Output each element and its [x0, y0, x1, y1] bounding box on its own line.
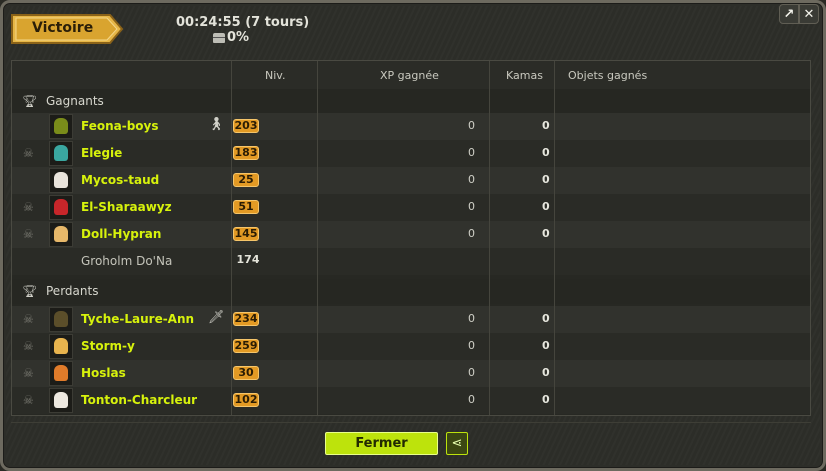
avatar — [49, 168, 73, 193]
close-window-button[interactable]: ✕ — [799, 4, 819, 24]
table-row[interactable]: ☠ Tyche-Laure-Ann 🗡︎ 234 0 0 — [12, 306, 810, 333]
player-kamas: 0 — [542, 173, 550, 186]
player-level: 51 — [233, 200, 259, 214]
player-kamas: 0 — [542, 119, 550, 132]
dead-skull-icon: ☠ — [23, 312, 34, 326]
person-icon: 🚶︎ — [208, 117, 225, 132]
column-divider — [317, 61, 318, 415]
player-xp: 0 — [468, 200, 475, 213]
detach-window-button[interactable]: ↗ — [779, 4, 799, 24]
broken-trophy-icon: 🏆︎ — [22, 284, 38, 298]
section-losers-label: Perdants — [46, 284, 99, 298]
column-level: Niv. — [265, 69, 286, 82]
player-kamas: 0 — [542, 312, 550, 325]
table-row[interactable]: Mycos-taud 25 0 0 — [12, 167, 810, 194]
table-row[interactable]: ☠ Doll-Hypran 145 0 0 — [12, 221, 810, 248]
npc-level: 174 — [236, 253, 260, 266]
column-items: Objets gagnés — [568, 69, 648, 82]
column-kamas: Kamas — [506, 69, 543, 82]
close-button[interactable]: Fermer — [325, 432, 438, 455]
title-ribbon: Victoire — [10, 13, 124, 45]
player-level: 25 — [233, 173, 259, 187]
avatar — [49, 361, 73, 386]
table-header: Niv. XP gagnée Kamas Objets gagnés — [12, 61, 810, 91]
table-row[interactable]: ☠ Elegie 183 0 0 — [12, 140, 810, 167]
fight-duration: 00:24:55 (7 tours) — [176, 15, 310, 30]
dead-skull-icon: ☠ — [23, 339, 34, 353]
results-table: Niv. XP gagnée Kamas Objets gagnés 🏆︎ Ga… — [11, 60, 811, 416]
player-name[interactable]: Feona-boys — [81, 119, 159, 133]
table-row-npc: Groholm Do'Na 174 — [12, 248, 810, 275]
section-winners: 🏆︎ Gagnants — [12, 89, 810, 114]
dead-skull-icon: ☠ — [23, 393, 34, 407]
close-icon: ✕ — [803, 7, 815, 22]
player-xp: 0 — [468, 366, 475, 379]
player-kamas: 0 — [542, 146, 550, 159]
column-xp: XP gagnée — [380, 69, 439, 82]
player-name[interactable]: Storm-y — [81, 339, 135, 353]
table-row[interactable]: ☠ Storm-y 259 0 0 — [12, 333, 810, 360]
player-name[interactable]: Mycos-taud — [81, 173, 159, 187]
footer-divider — [11, 422, 811, 423]
player-xp: 0 — [468, 339, 475, 352]
player-xp: 0 — [468, 227, 475, 240]
player-level: 259 — [233, 339, 259, 353]
player-level: 183 — [233, 146, 259, 160]
section-losers: 🏆︎ Perdants — [12, 279, 810, 304]
dead-skull-icon: ☠ — [23, 227, 34, 241]
table-row[interactable]: ☠ Hoslas 30 0 0 — [12, 360, 810, 387]
chest-icon — [213, 32, 225, 43]
chest-percent: 0% — [227, 30, 250, 45]
table-row[interactable]: ☠ Tonton-Charcleur 102 0 0 — [12, 387, 810, 414]
player-xp: 0 — [468, 173, 475, 186]
player-kamas: 0 — [542, 227, 550, 240]
player-kamas: 0 — [542, 393, 550, 406]
avatar — [49, 388, 73, 413]
avatar — [49, 141, 73, 166]
player-name[interactable]: Elegie — [81, 146, 122, 160]
player-kamas: 0 — [542, 200, 550, 213]
player-xp: 0 — [468, 393, 475, 406]
player-level: 30 — [233, 366, 259, 380]
player-kamas: 0 — [542, 366, 550, 379]
avatar — [49, 334, 73, 359]
share-button[interactable]: ⋖ — [446, 432, 468, 455]
dead-skull-icon: ☠ — [23, 366, 34, 380]
section-winners-label: Gagnants — [46, 94, 104, 108]
player-level: 145 — [233, 227, 259, 241]
table-row[interactable]: ☠ El-Sharaawyz 51 0 0 — [12, 194, 810, 221]
player-name[interactable]: Doll-Hypran — [81, 227, 161, 241]
avatar — [49, 114, 73, 139]
player-name[interactable]: Tyche-Laure-Ann — [81, 312, 194, 326]
share-icon: ⋖ — [451, 436, 463, 451]
trophy-icon: 🏆︎ — [22, 94, 38, 108]
player-name[interactable]: Hoslas — [81, 366, 126, 380]
player-level: 203 — [233, 119, 259, 133]
player-level: 234 — [233, 312, 259, 326]
npc-name: Groholm Do'Na — [81, 254, 173, 268]
window-title: Victoire — [32, 20, 94, 36]
player-xp: 0 — [468, 119, 475, 132]
dead-skull-icon: ☠ — [23, 200, 34, 214]
player-level: 102 — [233, 393, 259, 407]
player-xp: 0 — [468, 312, 475, 325]
player-kamas: 0 — [542, 339, 550, 352]
player-name[interactable]: Tonton-Charcleur — [81, 393, 197, 407]
dead-skull-icon: ☠ — [23, 146, 34, 160]
avatar — [49, 222, 73, 247]
avatar — [49, 307, 73, 332]
table-row[interactable]: Feona-boys 🚶︎ 203 0 0 — [12, 113, 810, 140]
sword-icon: 🗡︎ — [208, 310, 225, 325]
player-xp: 0 — [468, 146, 475, 159]
detach-icon: ↗ — [783, 7, 795, 22]
player-name[interactable]: El-Sharaawyz — [81, 200, 172, 214]
avatar — [49, 195, 73, 220]
column-divider — [489, 61, 490, 415]
column-divider — [554, 61, 555, 415]
column-divider — [231, 61, 232, 415]
fight-info: 00:24:55 (7 tours) 0% — [176, 15, 309, 45]
